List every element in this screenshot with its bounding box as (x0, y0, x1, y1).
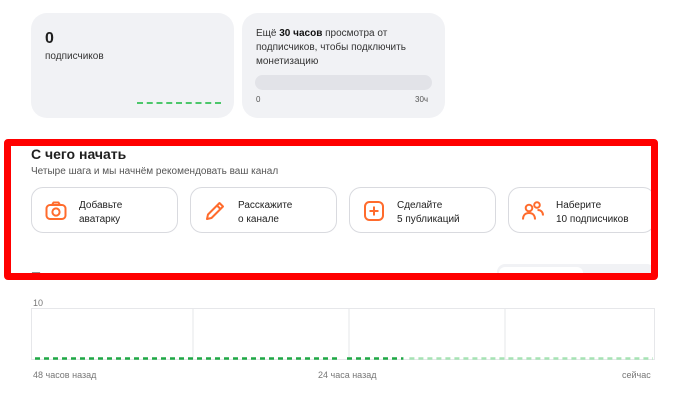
getting-started-title: С чего начать (31, 146, 127, 162)
tab-subscribers[interactable]: Подписчики (593, 267, 648, 278)
step-make-posts[interactable]: Сделайте 5 публикаций (349, 187, 496, 233)
subscribers-card: 0 подписчиков (31, 13, 234, 118)
step-add-avatar[interactable]: Добавьте аватарку (31, 187, 178, 233)
hourly-stats-chart (31, 308, 655, 360)
progress-min-label: 0 (256, 95, 261, 104)
x-tick-label: сейчас (622, 370, 651, 380)
chart-plot-area (31, 308, 655, 360)
camera-icon (45, 201, 67, 220)
getting-started-subtitle: Четыре шага и мы начнём рекомендовать ва… (31, 166, 279, 177)
monetization-progress-bar (255, 75, 432, 90)
hourly-stats-link[interactable]: Почасовая статистика › (31, 268, 194, 279)
subscribers-sparkline (137, 102, 221, 104)
monetization-hours: 30 часов (279, 28, 323, 39)
pencil-icon (206, 202, 224, 220)
step-label: Сделайте 5 публикаций (397, 200, 460, 225)
step-label: Добавьте аватарку (79, 200, 123, 225)
users-icon (522, 201, 544, 220)
step-label: Наберите 10 подписчиков (556, 200, 629, 225)
subscribers-count: 0 (45, 30, 54, 47)
tab-views[interactable]: Просмотры (499, 267, 583, 278)
step-describe-channel[interactable]: Расскажите о канале (190, 187, 337, 233)
monetization-text: Ещё 30 часов просмотра от подписчиков, ч… (256, 28, 406, 67)
x-tick-label: 24 часа назад (318, 370, 377, 380)
stats-toggle: Просмотры Подписчики (497, 264, 655, 278)
monetization-card: Ещё 30 часов просмотра от подписчиков, ч… (242, 13, 445, 118)
add-post-icon (364, 201, 384, 221)
step-label: Расскажите о канале (238, 200, 293, 225)
x-tick-label: 48 часов назад (33, 370, 97, 380)
progress-max-label: 30ч (415, 95, 429, 104)
subscribers-label: подписчиков (45, 51, 104, 62)
step-get-subscribers[interactable]: Наберите 10 подписчиков (508, 187, 655, 233)
chevron-right-icon: › (189, 269, 195, 279)
